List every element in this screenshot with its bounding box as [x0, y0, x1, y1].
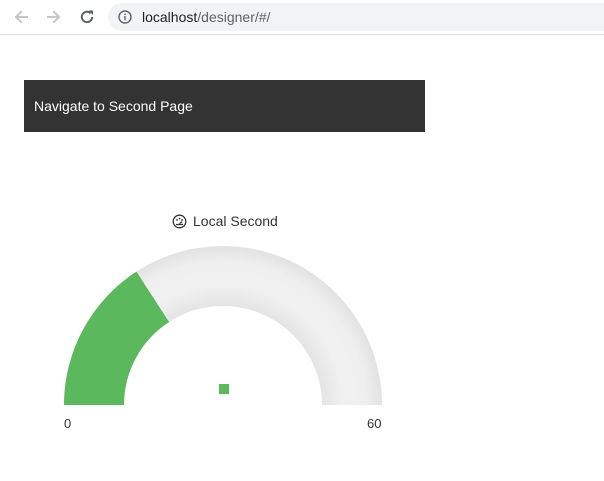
gauge-chart: [64, 246, 382, 405]
gauge-max-label: 60: [367, 416, 382, 431]
gauge-min-label: 0: [64, 416, 72, 431]
gauge-value-marker: [219, 384, 229, 394]
